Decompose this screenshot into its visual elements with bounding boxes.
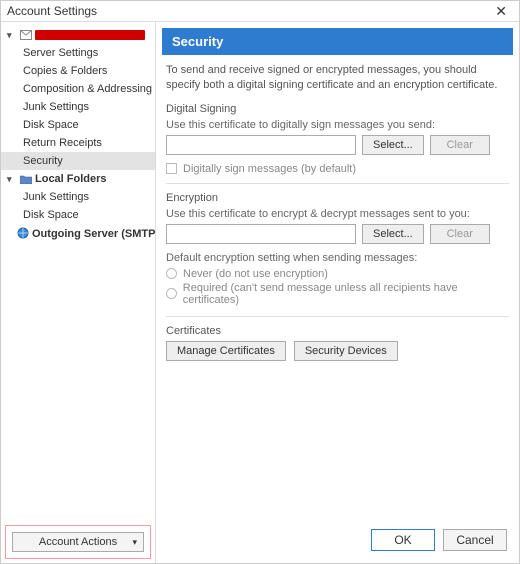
divider xyxy=(166,183,509,184)
dialog-body: ▾ Server Settings Copies & Folders Compo… xyxy=(1,21,519,563)
intro-text: To send and receive signed or encrypted … xyxy=(166,63,509,93)
sidebar-item-junk-settings[interactable]: Junk Settings xyxy=(1,98,155,116)
signing-clear-button[interactable]: Clear xyxy=(430,135,490,155)
signing-desc: Use this certificate to digitally sign m… xyxy=(166,119,509,131)
chevron-down-icon: ▾ xyxy=(7,30,17,41)
chevron-down-icon: ▾ xyxy=(132,537,137,548)
sidebar-item-server-settings[interactable]: Server Settings xyxy=(1,44,155,62)
encryption-required-label: Required (can't send message unless all … xyxy=(183,282,509,306)
globe-icon xyxy=(17,227,29,240)
certificates-group-label: Certificates xyxy=(166,325,509,337)
signing-select-button[interactable]: Select... xyxy=(362,135,424,155)
sidebar: ▾ Server Settings Copies & Folders Compo… xyxy=(1,22,156,563)
sidebar-item-security[interactable]: Security xyxy=(1,152,155,170)
encryption-group-label: Encryption xyxy=(166,192,509,204)
sidebar-item-return-receipts[interactable]: Return Receipts xyxy=(1,134,155,152)
account-actions-button[interactable]: Account Actions ▾ xyxy=(12,532,144,552)
encryption-never-label: Never (do not use encryption) xyxy=(183,268,328,280)
account-tree: ▾ Server Settings Copies & Folders Compo… xyxy=(1,26,155,521)
default-encryption-label: Default encryption setting when sending … xyxy=(166,252,509,264)
account-header[interactable]: ▾ xyxy=(1,26,155,44)
sidebar-item-copies-folders[interactable]: Copies & Folders xyxy=(1,62,155,80)
signing-cert-input[interactable] xyxy=(166,135,356,155)
sidebar-item-lf-disk[interactable]: Disk Space xyxy=(1,206,155,224)
sign-default-label: Digitally sign messages (by default) xyxy=(183,163,356,175)
titlebar: Account Settings ✕ xyxy=(1,1,519,21)
divider xyxy=(166,316,509,317)
smtp-header[interactable]: Outgoing Server (SMTP) xyxy=(1,224,155,243)
encryption-required-radio[interactable]: Required (can't send message unless all … xyxy=(166,282,509,306)
encryption-desc: Use this certificate to encrypt & decryp… xyxy=(166,208,509,220)
signing-group-label: Digital Signing xyxy=(166,103,509,115)
panel-title: Security xyxy=(162,28,513,55)
close-icon[interactable]: ✕ xyxy=(489,4,513,18)
cancel-button[interactable]: Cancel xyxy=(443,529,507,551)
ok-button[interactable]: OK xyxy=(371,529,435,551)
account-settings-window: Account Settings ✕ ▾ Server Settings Cop… xyxy=(0,0,520,564)
sidebar-item-lf-junk[interactable]: Junk Settings xyxy=(1,188,155,206)
encryption-clear-button[interactable]: Clear xyxy=(430,224,490,244)
checkbox-icon xyxy=(166,163,177,174)
radio-icon xyxy=(166,288,177,299)
chevron-down-icon: ▾ xyxy=(7,174,17,185)
security-panel: To send and receive signed or encrypted … xyxy=(156,63,519,519)
sidebar-item-disk-space[interactable]: Disk Space xyxy=(1,116,155,134)
smtp-label: Outgoing Server (SMTP) xyxy=(32,228,155,240)
encryption-select-button[interactable]: Select... xyxy=(362,224,424,244)
security-devices-button[interactable]: Security Devices xyxy=(294,341,398,361)
manage-certificates-button[interactable]: Manage Certificates xyxy=(166,341,286,361)
encryption-never-radio[interactable]: Never (do not use encryption) xyxy=(166,268,509,280)
account-name-redacted xyxy=(35,30,145,40)
window-title: Account Settings xyxy=(7,4,97,18)
folder-icon xyxy=(20,173,32,185)
account-actions-container: Account Actions ▾ xyxy=(5,525,151,559)
local-folders-label: Local Folders xyxy=(35,173,107,185)
mail-icon xyxy=(20,29,32,41)
local-folders-header[interactable]: ▾ Local Folders xyxy=(1,170,155,188)
dialog-footer: OK Cancel xyxy=(156,519,519,563)
radio-icon xyxy=(166,268,177,279)
encryption-cert-input[interactable] xyxy=(166,224,356,244)
account-actions-label: Account Actions xyxy=(39,536,117,548)
sidebar-item-composition-addressing[interactable]: Composition & Addressing xyxy=(1,80,155,98)
sign-default-checkbox-row[interactable]: Digitally sign messages (by default) xyxy=(166,163,509,175)
content-pane: Security To send and receive signed or e… xyxy=(156,22,519,563)
